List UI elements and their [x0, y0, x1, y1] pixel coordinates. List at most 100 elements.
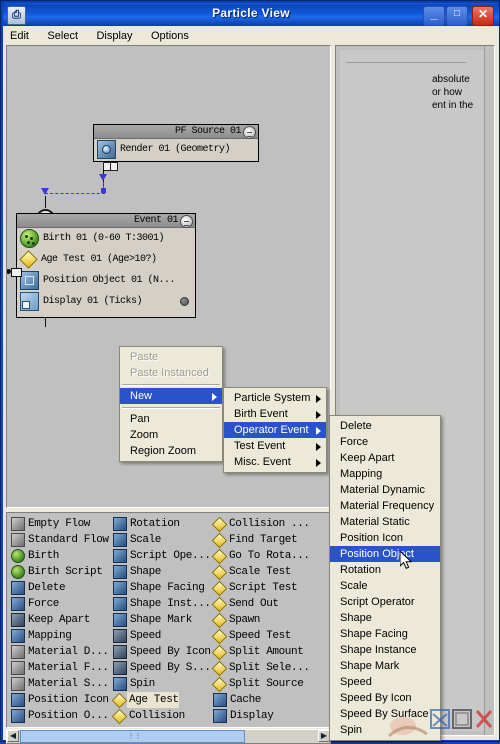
depot-item-label: Scale Test: [229, 566, 292, 578]
depot-item[interactable]: Scale Test: [211, 564, 325, 580]
depot-item[interactable]: Speed By S...: [113, 660, 213, 676]
node-row[interactable]: Age Test 01 (Age>10?): [17, 249, 195, 270]
new-item-birth-event[interactable]: Birth Event: [224, 406, 326, 422]
depot-item[interactable]: Shape: [113, 564, 213, 580]
node-row[interactable]: Display 01 (Ticks): [17, 291, 195, 312]
depot-item[interactable]: Split Amount: [211, 644, 325, 660]
depot-item-label: Shape: [130, 566, 162, 578]
node-event-01[interactable]: Event 01 Birth 01 (0-60 T:3001) Age Test…: [16, 213, 196, 318]
menu-item-new[interactable]: New: [120, 388, 222, 404]
operator-item-material-frequency[interactable]: Material Frequency: [330, 498, 440, 514]
depot-item[interactable]: Go To Rota...: [211, 548, 325, 564]
node-row[interactable]: Birth 01 (0-60 T:3001): [17, 228, 195, 249]
operator-event-submenu[interactable]: Delete Force Keep Apart Mapping Material Dyn…: [329, 415, 441, 741]
depot-item[interactable]: Find Target: [211, 532, 325, 548]
new-submenu[interactable]: Particle System Birth Event Operator Event…: [223, 387, 327, 473]
operator-item-rotation[interactable]: Rotation: [330, 562, 440, 578]
title-bar[interactable]: ⎙ Particle View _ □ ✕: [3, 3, 499, 26]
close-button[interactable]: ✕: [472, 6, 494, 26]
node-pf-source-01[interactable]: PF Source 01 Render 01 (Geometry): [93, 124, 259, 162]
depot-item[interactable]: Empty Flow: [11, 516, 113, 532]
operator-item-shape-mark[interactable]: Shape Mark: [330, 658, 440, 674]
new-item-operator-event[interactable]: Operator Event: [224, 422, 326, 438]
depot-item[interactable]: Shape Facing: [113, 580, 213, 596]
depot-item[interactable]: Mapping: [11, 628, 113, 644]
depot-item-label: Spawn: [229, 614, 261, 626]
minimize-button[interactable]: _: [423, 6, 445, 26]
node-row[interactable]: Render 01 (Geometry): [94, 139, 258, 160]
output-tab[interactable]: [110, 162, 118, 171]
operator-item-scale[interactable]: Scale: [330, 578, 440, 594]
scroll-left-arrow-icon[interactable]: ◀: [7, 730, 19, 742]
depot-item[interactable]: Material S...: [11, 676, 113, 692]
depot-item[interactable]: Speed Test: [211, 628, 325, 644]
operator-item-keep-apart[interactable]: Keep Apart: [330, 450, 440, 466]
depot-item[interactable]: Birth Script: [11, 564, 113, 580]
operator-item-shape[interactable]: Shape: [330, 610, 440, 626]
test-diamond-icon: [19, 250, 38, 269]
new-item-test-event[interactable]: Test Event: [224, 438, 326, 454]
depot-item[interactable]: Birth: [11, 548, 113, 564]
depot-item[interactable]: Material F...: [11, 660, 113, 676]
depot-item[interactable]: Position Icon: [11, 692, 113, 708]
maximize-button[interactable]: □: [446, 6, 468, 26]
operator-item-delete[interactable]: Delete: [330, 418, 440, 434]
operator-item-material-static[interactable]: Material Static: [330, 514, 440, 530]
parameters-scroll-strip[interactable]: [484, 46, 494, 735]
depot-item[interactable]: Delete: [11, 580, 113, 596]
test-output-port[interactable]: [11, 268, 22, 277]
depot-item[interactable]: Keep Apart: [11, 612, 113, 628]
depot-item-label: Material S...: [28, 678, 109, 690]
depot-item[interactable]: Collision ...: [211, 516, 325, 532]
new-item-particle-system[interactable]: Particle System: [224, 390, 326, 406]
node-row[interactable]: Position Object 01 (N...: [17, 270, 195, 291]
menu-item-region-zoom[interactable]: Region Zoom: [120, 443, 222, 459]
operator-item-force[interactable]: Force: [330, 434, 440, 450]
operator-item-position-object[interactable]: Position Object: [330, 546, 440, 562]
operator-item-shape-instance[interactable]: Shape Instance: [330, 642, 440, 658]
speed-test-icon: [211, 628, 228, 644]
depot-item[interactable]: Speed: [113, 628, 213, 644]
depot-item[interactable]: Standard Flow: [11, 532, 113, 548]
depot-item[interactable]: Age Test: [111, 692, 213, 708]
menu-item-label: Misc. Event: [234, 456, 291, 468]
depot-item[interactable]: Script Ope...: [113, 548, 213, 564]
depot-item[interactable]: Material D...: [11, 644, 113, 660]
canvas-context-menu[interactable]: Paste Paste Instanced New Pan Zoom Region Zoo…: [119, 346, 223, 462]
depot-item[interactable]: Cache: [213, 692, 325, 708]
depot-item[interactable]: Shape Mark: [113, 612, 213, 628]
new-item-misc-event[interactable]: Misc. Event: [224, 454, 326, 470]
depot-item[interactable]: Rotation: [113, 516, 213, 532]
depot-item[interactable]: Display: [213, 708, 325, 724]
depot-panel[interactable]: Empty Flow Standard Flow Birth Birth Script…: [6, 512, 331, 728]
wire-segment: [45, 196, 46, 208]
display-toggle-dot[interactable]: [180, 297, 189, 306]
operator-item-script-operator[interactable]: Script Operator: [330, 594, 440, 610]
depot-item[interactable]: Spawn: [211, 612, 325, 628]
menu-item-zoom[interactable]: Zoom: [120, 427, 222, 443]
scrollbar-thumb[interactable]: ⋮⋮: [20, 730, 245, 743]
depot-item[interactable]: Shape Inst...: [113, 596, 213, 612]
lightbulb-icon[interactable]: [243, 126, 256, 139]
depot-item[interactable]: Split Source: [211, 676, 325, 692]
depot-item[interactable]: Force: [11, 596, 113, 612]
depot-item[interactable]: Send Out: [211, 596, 325, 612]
operator-item-mapping[interactable]: Mapping: [330, 466, 440, 482]
operator-item-position-icon[interactable]: Position Icon: [330, 530, 440, 546]
depot-item[interactable]: Scale: [113, 532, 213, 548]
depot-item-label: Split Amount: [229, 646, 304, 658]
menu-item-pan[interactable]: Pan: [120, 411, 222, 427]
depot-item[interactable]: Script Test: [211, 580, 325, 596]
operator-item-material-dynamic[interactable]: Material Dynamic: [330, 482, 440, 498]
operator-item-shape-facing[interactable]: Shape Facing: [330, 626, 440, 642]
depot-item[interactable]: Split Sele...: [211, 660, 325, 676]
depot-item[interactable]: Speed By Icon: [113, 644, 213, 660]
lightbulb-icon[interactable]: [180, 215, 193, 228]
depot-item[interactable]: Spin: [113, 676, 213, 692]
operator-item-speed[interactable]: Speed: [330, 674, 440, 690]
depot-item-label: Force: [28, 598, 60, 610]
depot-item[interactable]: Collision: [111, 708, 213, 724]
menu-item-label: Delete: [340, 420, 372, 432]
depot-item[interactable]: Position O...: [11, 708, 113, 724]
scale-icon: [113, 533, 127, 547]
